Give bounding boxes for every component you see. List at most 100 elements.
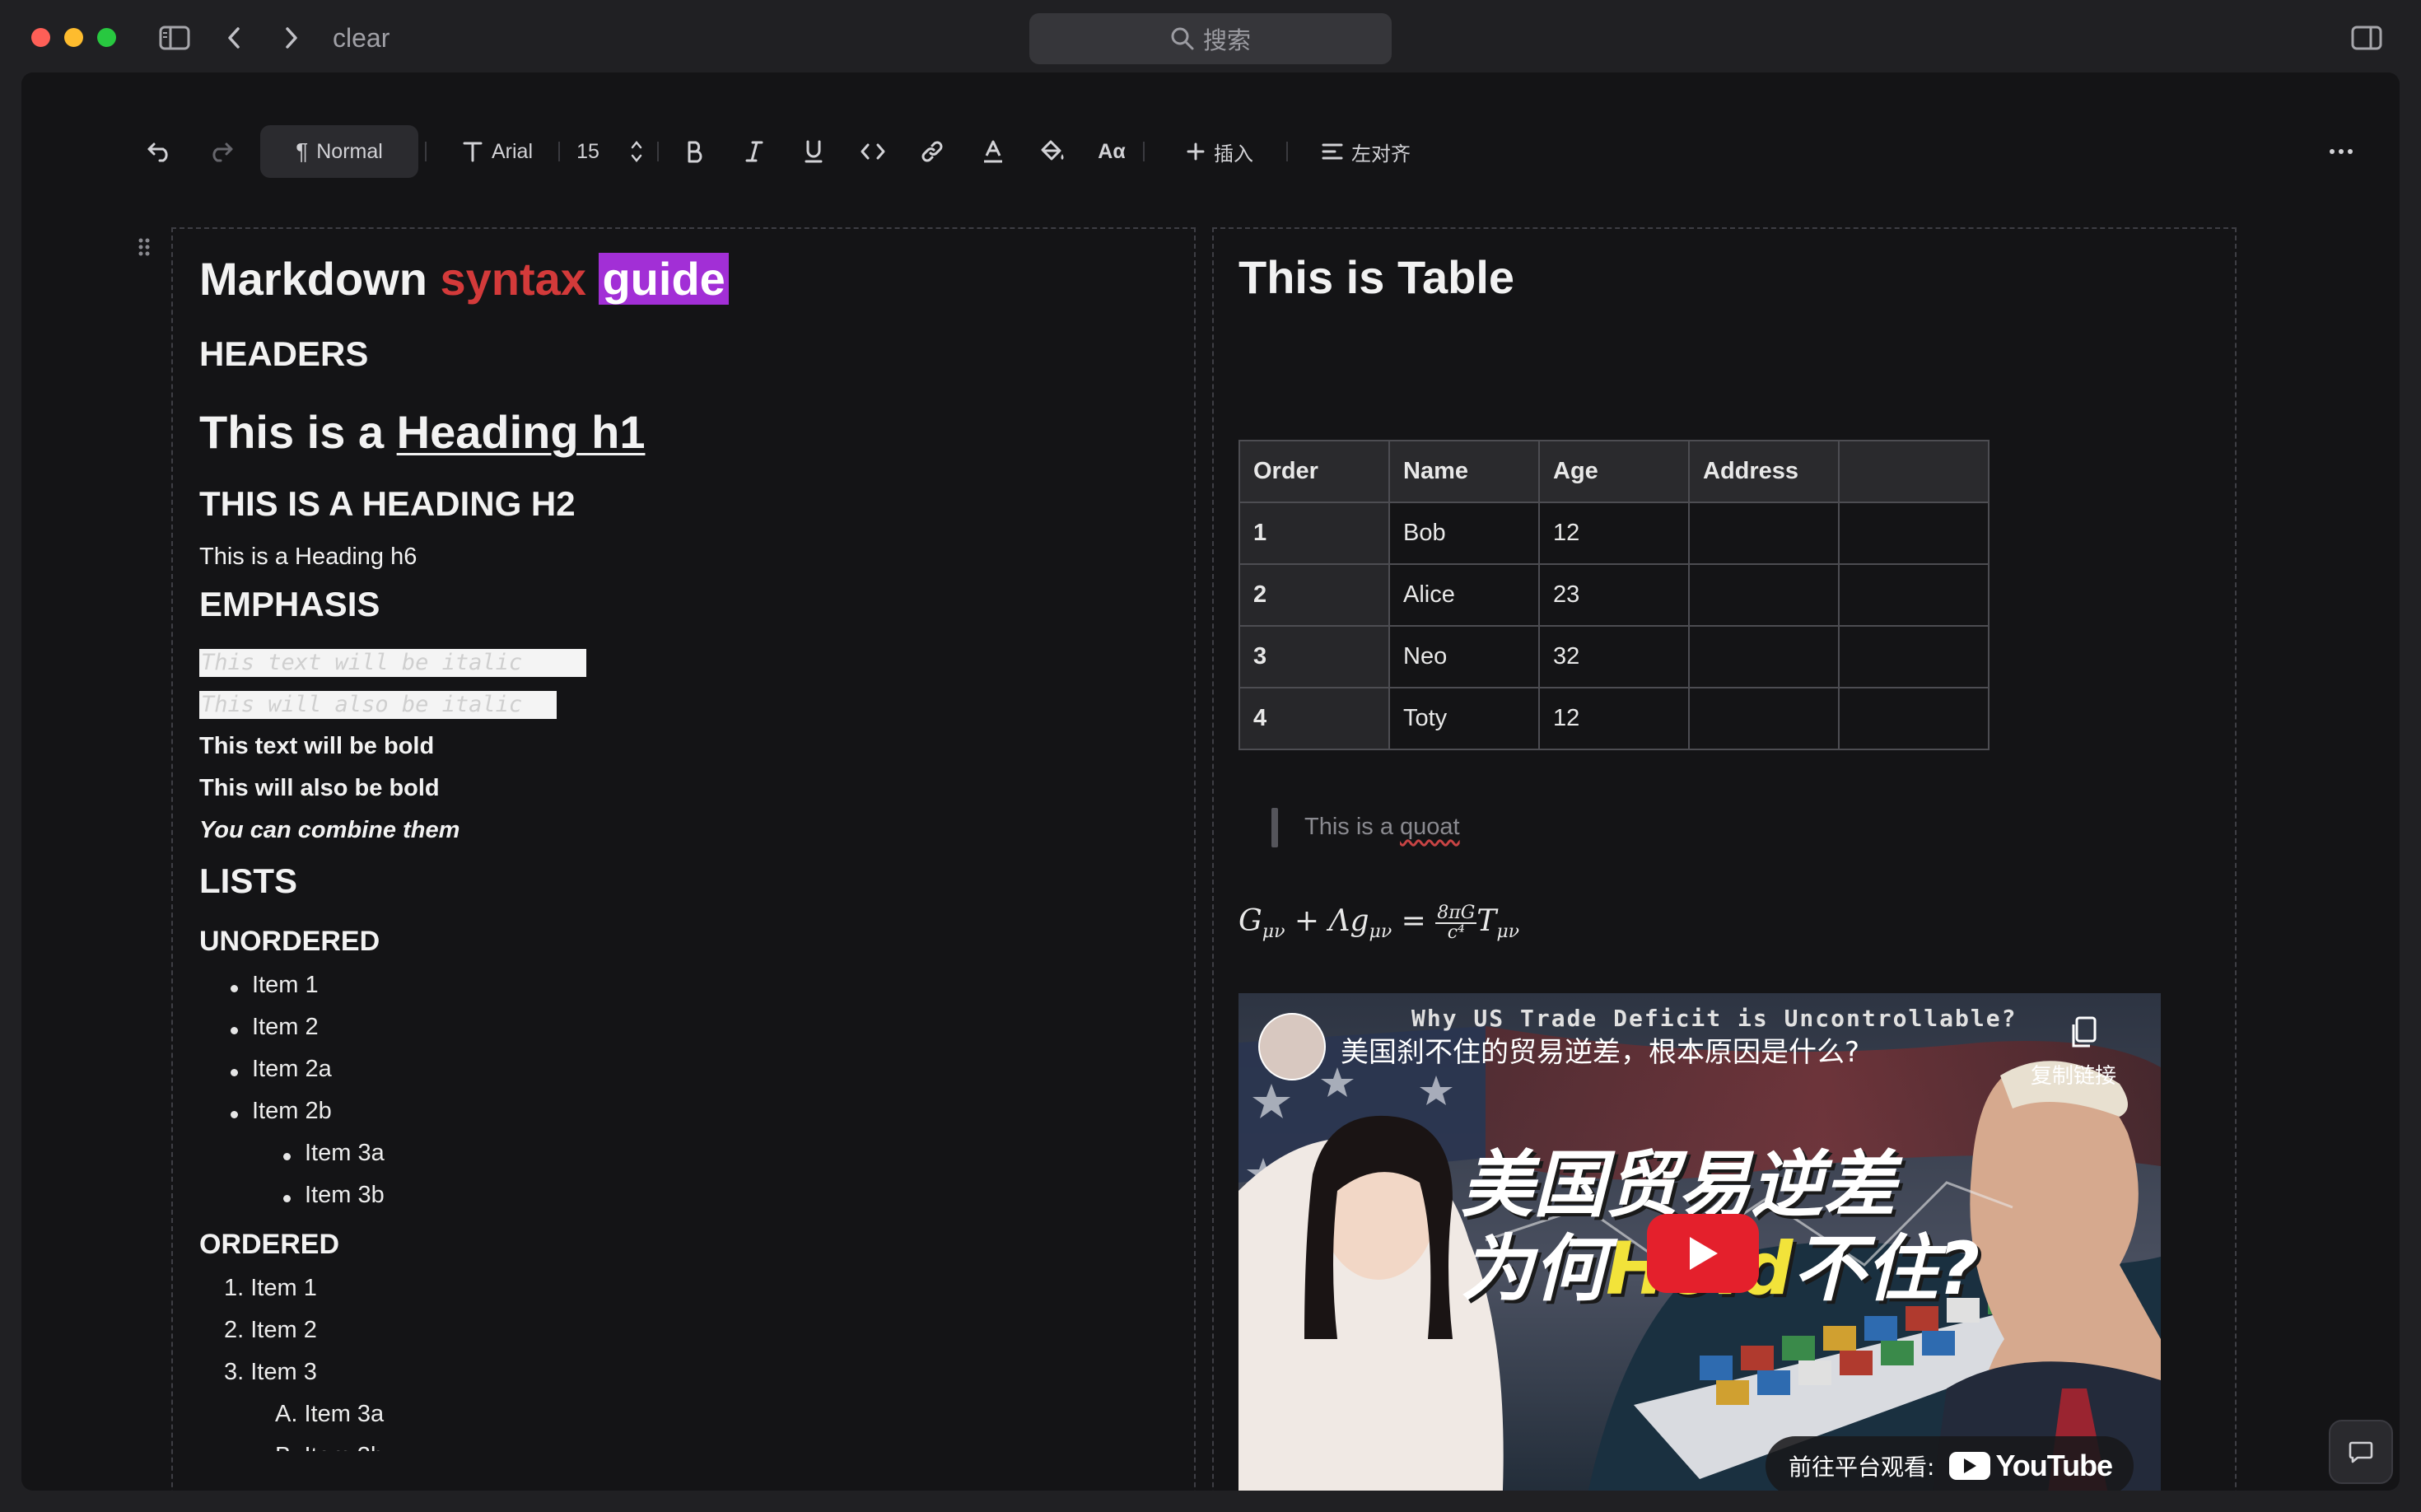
fraction-denominator: c⁴ (1447, 922, 1465, 943)
text-type-icon (463, 142, 483, 162)
table-cell[interactable] (1838, 625, 1990, 688)
highlight-color-button[interactable] (1033, 119, 1072, 184)
search-bar[interactable]: 搜索 (1029, 13, 1392, 64)
table-cell[interactable] (1688, 687, 1840, 750)
link-button[interactable] (912, 119, 952, 184)
paragraph-style-dropdown[interactable]: ¶ Normal (260, 125, 418, 178)
list-item: Item 3a (305, 1140, 385, 1166)
quote-prefix: This is a (1304, 814, 1401, 840)
bold-button[interactable] (675, 119, 715, 184)
code-button[interactable] (853, 119, 893, 184)
insert-label: 插入 (1214, 142, 1253, 166)
list-item: 1. Item 1 (224, 1275, 317, 1301)
table-row: 4 Toty 12 (1238, 687, 1990, 750)
italic-sample-2: This will also be italic (199, 691, 557, 719)
table-cell[interactable]: Alice (1388, 563, 1540, 627)
minimize-window-button[interactable] (64, 28, 83, 47)
table-row: 1 Bob 12 (1238, 502, 1990, 565)
video-title[interactable]: 美国刹不住的贸易逆差，根本原因是什么? (1341, 1029, 1859, 1070)
math-formula: Gμν + Λgμν = 8πG c⁴ Tμν (1238, 904, 1519, 943)
font-family-dropdown[interactable]: Arial (448, 119, 547, 184)
case-button[interactable]: Aα (1092, 119, 1131, 184)
table-cell[interactable]: Bob (1388, 502, 1540, 565)
table-cell[interactable]: 32 (1538, 625, 1690, 688)
forward-arrow-icon[interactable] (273, 20, 310, 56)
title-part-syntax: syntax (440, 253, 586, 305)
list-item: Item 2a (252, 1056, 332, 1082)
toolbar-divider (1286, 142, 1288, 161)
link-icon (921, 141, 943, 162)
align-dropdown[interactable]: 左对齐 (1304, 119, 1428, 184)
redo-button[interactable] (199, 119, 242, 184)
formula-t: T (1476, 904, 1497, 938)
copy-icon[interactable] (2067, 1015, 2100, 1055)
chevron-up-down-icon (631, 141, 642, 162)
formula-subscript: μν (1369, 922, 1392, 943)
headline-part: 为何 (1461, 1226, 1607, 1311)
table-cell[interactable]: 2 (1238, 563, 1390, 627)
chat-bubble-icon (2349, 1441, 2373, 1463)
table-cell[interactable]: Neo (1388, 625, 1540, 688)
table-cell[interactable]: 23 (1538, 563, 1690, 627)
table-cell[interactable] (1688, 625, 1840, 688)
document-title: clear (333, 23, 390, 53)
back-arrow-icon[interactable] (216, 20, 252, 56)
underline-button[interactable] (794, 119, 833, 184)
text-color-button[interactable] (973, 119, 1013, 184)
table-cell[interactable]: Toty (1388, 687, 1540, 750)
data-table[interactable]: Order Name Age Address 1 Bob 12 2 Alice … (1238, 440, 1990, 750)
table-cell[interactable]: 12 (1538, 687, 1690, 750)
table-cell[interactable]: 3 (1238, 625, 1390, 688)
watch-label: 前往平台观看: (1789, 1454, 1935, 1481)
table-header-cell[interactable]: Address (1688, 440, 1840, 503)
youtube-wordmark: YouTube (1995, 1449, 2113, 1482)
more-options-button[interactable] (2321, 119, 2362, 184)
zoom-window-button[interactable] (97, 28, 116, 47)
formula-subscript: μν (1262, 922, 1285, 943)
redo-icon (212, 142, 233, 162)
copy-link-button[interactable]: 复制链接 (2031, 1059, 2116, 1090)
table-cell[interactable] (1838, 502, 1990, 565)
editor-panel: ¶ Normal Arial 15 Aα 插入 左对齐 Markdown syn… (21, 72, 2400, 1491)
right-panel-toggle-icon[interactable] (2349, 20, 2385, 56)
undo-button[interactable] (138, 119, 181, 184)
font-size-stepper[interactable] (623, 119, 651, 184)
font-family-label: Arial (491, 139, 533, 163)
bold-sample-1: This text will be bold (199, 733, 435, 759)
table-section-title: This is Table (1238, 251, 1515, 303)
close-window-button[interactable] (31, 28, 50, 47)
table-cell[interactable] (1838, 563, 1990, 627)
table-cell[interactable] (1688, 563, 1840, 627)
sidebar-toggle-icon[interactable] (156, 20, 193, 56)
toolbar-divider (657, 142, 659, 161)
list-item: 3. Item 3 (224, 1359, 317, 1385)
case-label: Aα (1098, 139, 1126, 163)
table-header-cell[interactable]: Order (1238, 440, 1390, 503)
play-icon (1690, 1237, 1718, 1270)
table-header-cell[interactable]: Age (1538, 440, 1690, 503)
play-button[interactable] (1647, 1214, 1759, 1293)
table-cell[interactable] (1688, 502, 1840, 565)
font-size-value[interactable]: 15 (571, 119, 604, 184)
video-embed[interactable]: Why US Trade Deficit is Uncontrollable? … (1238, 993, 2161, 1491)
italic-button[interactable] (735, 119, 774, 184)
insert-menu-button[interactable]: 插入 (1166, 119, 1273, 184)
channel-avatar[interactable] (1258, 1013, 1326, 1080)
watch-on-youtube-button[interactable]: 前往平台观看: YouTube (1766, 1436, 2134, 1491)
table-cell[interactable]: 4 (1238, 687, 1390, 750)
formula-equals: = (1392, 904, 1436, 938)
heading-h2-sample: THIS IS A HEADING H2 (199, 484, 576, 523)
chat-button[interactable] (2329, 1420, 2393, 1484)
table-cell[interactable]: 12 (1538, 502, 1690, 565)
block-drag-handle-icon[interactable] (138, 237, 150, 261)
toolbar-divider (558, 142, 560, 161)
align-left-icon (1322, 143, 1343, 160)
table-cell[interactable]: 1 (1238, 502, 1390, 565)
text-color-icon (984, 140, 1002, 163)
table-cell[interactable] (1838, 687, 1990, 750)
table-header-cell[interactable]: Name (1388, 440, 1540, 503)
formatting-toolbar: ¶ Normal Arial 15 Aα 插入 左对齐 (21, 119, 2400, 184)
bullet (231, 1069, 238, 1076)
table-header-cell[interactable] (1838, 440, 1990, 503)
paragraph-style-label: Normal (316, 139, 383, 163)
